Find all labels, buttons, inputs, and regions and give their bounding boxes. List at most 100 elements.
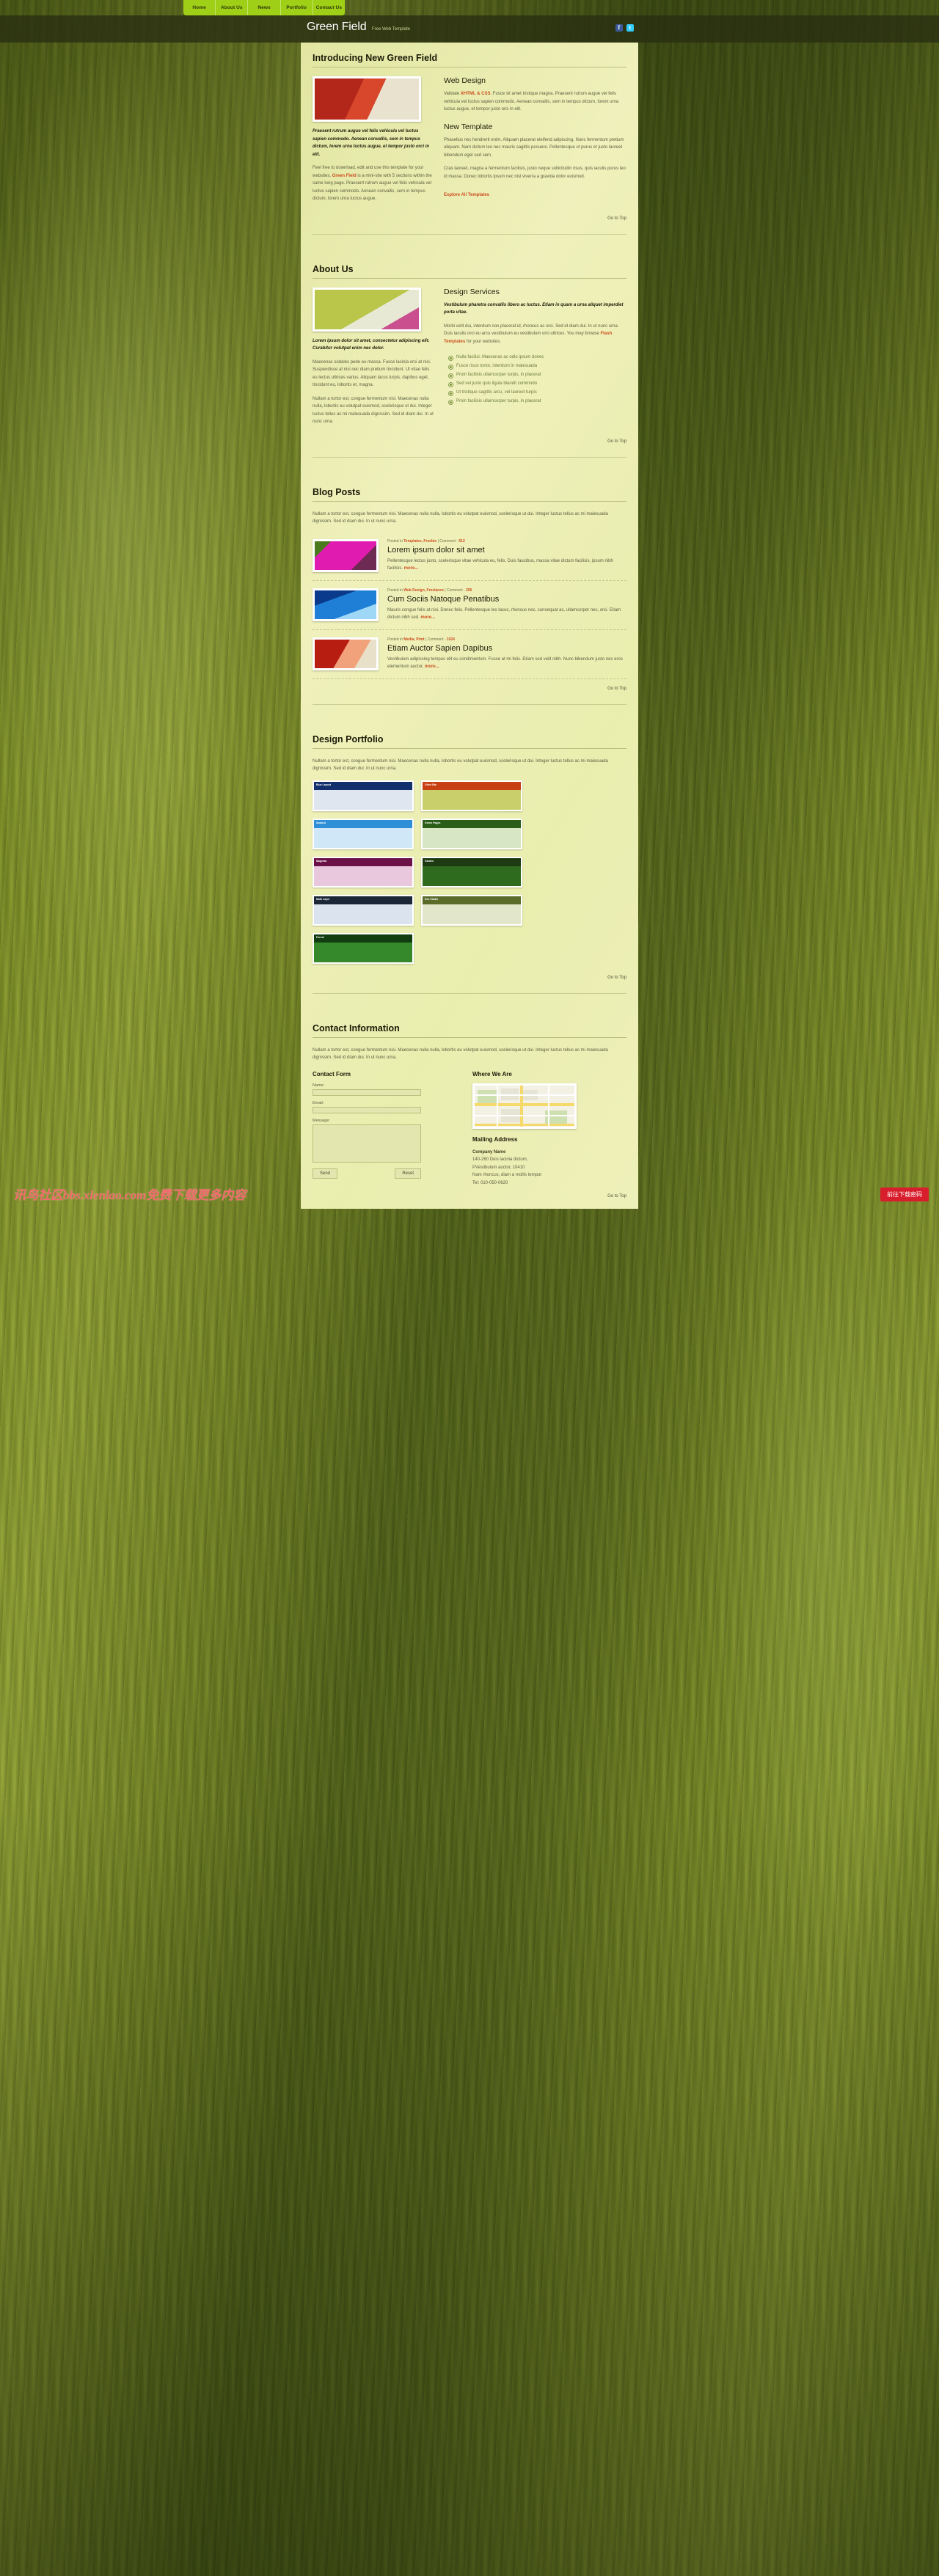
read-more-link[interactable]: more... xyxy=(404,566,419,571)
page-root: Home About Us News Portfolio Contact Us … xyxy=(0,0,939,1209)
post-comment-count: 256 xyxy=(466,588,472,593)
main-navigation[interactable]: Home About Us News Portfolio Contact Us xyxy=(183,0,345,15)
web-design-paragraph: Validate XHTML & CSS. Fusce sit amet tri… xyxy=(444,90,626,114)
go-to-top-link[interactable]: Go to Top xyxy=(607,216,626,221)
list-item[interactable]: Proin facilisis ullamcorper turpis, in p… xyxy=(448,397,626,406)
portfolio-item[interactable]: Seabird xyxy=(313,818,414,849)
design-services-body-2: for your websites. xyxy=(465,339,501,344)
go-to-top-portfolio[interactable]: Go to Top xyxy=(301,964,638,990)
list-item[interactable]: Nulla facilisi. Maecenas ac odio ipsum d… xyxy=(448,353,626,362)
new-template-paragraph-1: Phasellus nec hendrerit enim. Aliquam pl… xyxy=(444,137,624,158)
list-item[interactable]: Ut tristique sagittis arcu, vel laoreet … xyxy=(448,388,626,397)
portfolio-item-bar xyxy=(314,819,412,828)
portfolio-item-body xyxy=(423,789,521,810)
post-meta-prefix: Posted in xyxy=(387,637,404,642)
read-more-link[interactable]: more... xyxy=(420,615,435,620)
post-categories[interactable]: Media, Print xyxy=(403,637,424,642)
go-to-top-link[interactable]: Go to Top xyxy=(607,687,626,691)
go-to-top-link[interactable]: Go to Top xyxy=(607,1194,626,1199)
blog-post: Posted in Media, Print | Comment - 1024 … xyxy=(313,630,626,679)
post-thumbnail[interactable] xyxy=(313,637,379,670)
nav-item-news[interactable]: News xyxy=(248,0,281,15)
nav-item-contact-us[interactable]: Contact Us xyxy=(313,0,345,15)
nav-item-about-us[interactable]: About Us xyxy=(216,0,249,15)
about-paragraph-1: Maecenas sodales pede eu massa. Fusce la… xyxy=(313,359,431,388)
post-title[interactable]: Cum Sociis Natoque Penatibus xyxy=(387,595,626,604)
intro-right-column: Web Design Validate XHTML & CSS. Fusce s… xyxy=(444,76,626,209)
design-services-lead: Vestibulum pharetra convallis libero ac … xyxy=(444,302,624,315)
portfolio-item[interactable]: Magenta xyxy=(313,856,414,888)
message-textarea[interactable] xyxy=(313,1124,421,1163)
post-thumbnail[interactable] xyxy=(313,538,379,572)
post-categories[interactable]: Web Design, Freelance xyxy=(403,588,444,593)
portfolio-item[interactable]: Olive Site xyxy=(421,780,522,811)
post-thumbnail[interactable] xyxy=(313,588,379,621)
list-item[interactable]: Fusce risus tortor, interdum in malesuad… xyxy=(448,362,626,370)
blog-intro: Nullam a tortor est, congue fermentum ni… xyxy=(313,511,608,524)
address-line-1: 140-260 Duis lacinia dictum, xyxy=(472,1157,528,1162)
portfolio-item[interactable]: Garden xyxy=(421,856,522,888)
green-field-link[interactable]: Green Field xyxy=(332,174,357,178)
intro-body-1b-text: is a mini-site with 5 sections within th… xyxy=(313,173,432,202)
go-to-top-about[interactable]: Go to Top xyxy=(301,432,638,454)
section-blog-heading: Blog Posts xyxy=(313,487,626,502)
post-comment-count: 1024 xyxy=(446,637,455,642)
social-links[interactable] xyxy=(615,24,634,32)
mailing-address: Company Name 140-260 Duis lacinia dictum… xyxy=(472,1149,626,1188)
portfolio-item-body xyxy=(423,866,521,886)
about-paragraph-2: Nullam a tortor est, congue fermentum ni… xyxy=(313,396,434,425)
intro-screenshot xyxy=(313,76,421,122)
go-to-top-link[interactable]: Go to Top xyxy=(607,976,626,980)
list-item[interactable]: Sed vel justo quis ligula blandit commod… xyxy=(448,379,626,388)
portfolio-item-body xyxy=(314,827,412,848)
section-portfolio: Design Portfolio Nullam a tortor est, co… xyxy=(301,724,638,964)
go-to-top-contact[interactable]: Go to Top xyxy=(301,1187,638,1209)
reset-button[interactable]: Reset xyxy=(395,1168,421,1179)
design-services-list: Nulla facilisi. Maecenas ac odio ipsum d… xyxy=(448,353,626,406)
nav-item-portfolio[interactable]: Portfolio xyxy=(281,0,313,15)
portfolio-item[interactable]: Eco Studio xyxy=(421,894,522,926)
section-portfolio-heading: Design Portfolio xyxy=(313,734,626,749)
explore-all-templates-link[interactable]: Explore All Templates xyxy=(444,193,489,197)
post-categories[interactable]: Templates, Freebie xyxy=(403,539,436,544)
portfolio-item[interactable]: Green Pages xyxy=(421,818,522,849)
address-line-3: Nam rhoncus, diam a mollis tempor xyxy=(472,1173,542,1177)
read-more-link[interactable]: more... xyxy=(425,665,439,669)
nav-item-home[interactable]: Home xyxy=(183,0,216,15)
go-to-top-blog[interactable]: Go to Top xyxy=(301,679,638,701)
post-excerpt-text: Vestibulum adipiscing tempus elit eu con… xyxy=(387,656,623,670)
portfolio-item[interactable]: Forest xyxy=(313,932,414,964)
name-input[interactable] xyxy=(313,1088,421,1096)
portfolio-item-body xyxy=(423,827,521,848)
post-meta-prefix: Posted in xyxy=(387,588,404,593)
contact-form-column: Contact Form Name: Email: Message: Send … xyxy=(313,1071,459,1188)
portfolio-item[interactable]: Multi Layer xyxy=(313,894,414,926)
section-intro: Introducing New Green Field Praesent rut… xyxy=(301,43,638,209)
content-column: Introducing New Green Field Praesent rut… xyxy=(301,43,638,1209)
download-button[interactable]: 前往下载密码 xyxy=(880,1188,929,1201)
site-title: Green Field xyxy=(307,21,367,33)
post-title[interactable]: Etiam Auctor Sapien Dapibus xyxy=(387,644,626,653)
twitter-icon[interactable] xyxy=(626,24,634,32)
send-button[interactable]: Send xyxy=(313,1168,338,1179)
post-meta-prefix: Posted in xyxy=(387,538,404,544)
post-excerpt: Vestibulum adipiscing tempus elit eu con… xyxy=(387,656,626,671)
post-meta-sep: | Comment - xyxy=(436,538,459,544)
portfolio-grid: Blue Layout Olive Site Seabird Green Pages M… xyxy=(313,780,626,964)
section-contact-heading: Contact Information xyxy=(313,1023,626,1038)
address-line-2: PVestibulum auctor, 10410 xyxy=(472,1165,525,1170)
go-to-top-intro[interactable]: Go to Top xyxy=(301,209,638,231)
new-template-heading: New Template xyxy=(444,122,493,131)
web-design-lead: Validate xyxy=(444,92,461,96)
go-to-top-link[interactable]: Go to Top xyxy=(607,439,626,444)
email-label: Email: xyxy=(313,1100,324,1105)
facebook-icon[interactable] xyxy=(615,24,623,32)
email-input[interactable] xyxy=(313,1106,421,1113)
portfolio-item[interactable]: Blue Layout xyxy=(313,780,414,811)
xhtml-css-link[interactable]: XHTML & CSS xyxy=(461,92,491,96)
list-item[interactable]: Proin facilisis ullamcorper turpis, in p… xyxy=(448,370,626,379)
portfolio-item-body xyxy=(314,789,412,810)
location-map[interactable] xyxy=(472,1083,577,1129)
post-title[interactable]: Lorem ipsum dolor sit amet xyxy=(387,546,626,555)
mailing-address-title: Mailing Address xyxy=(472,1135,518,1143)
